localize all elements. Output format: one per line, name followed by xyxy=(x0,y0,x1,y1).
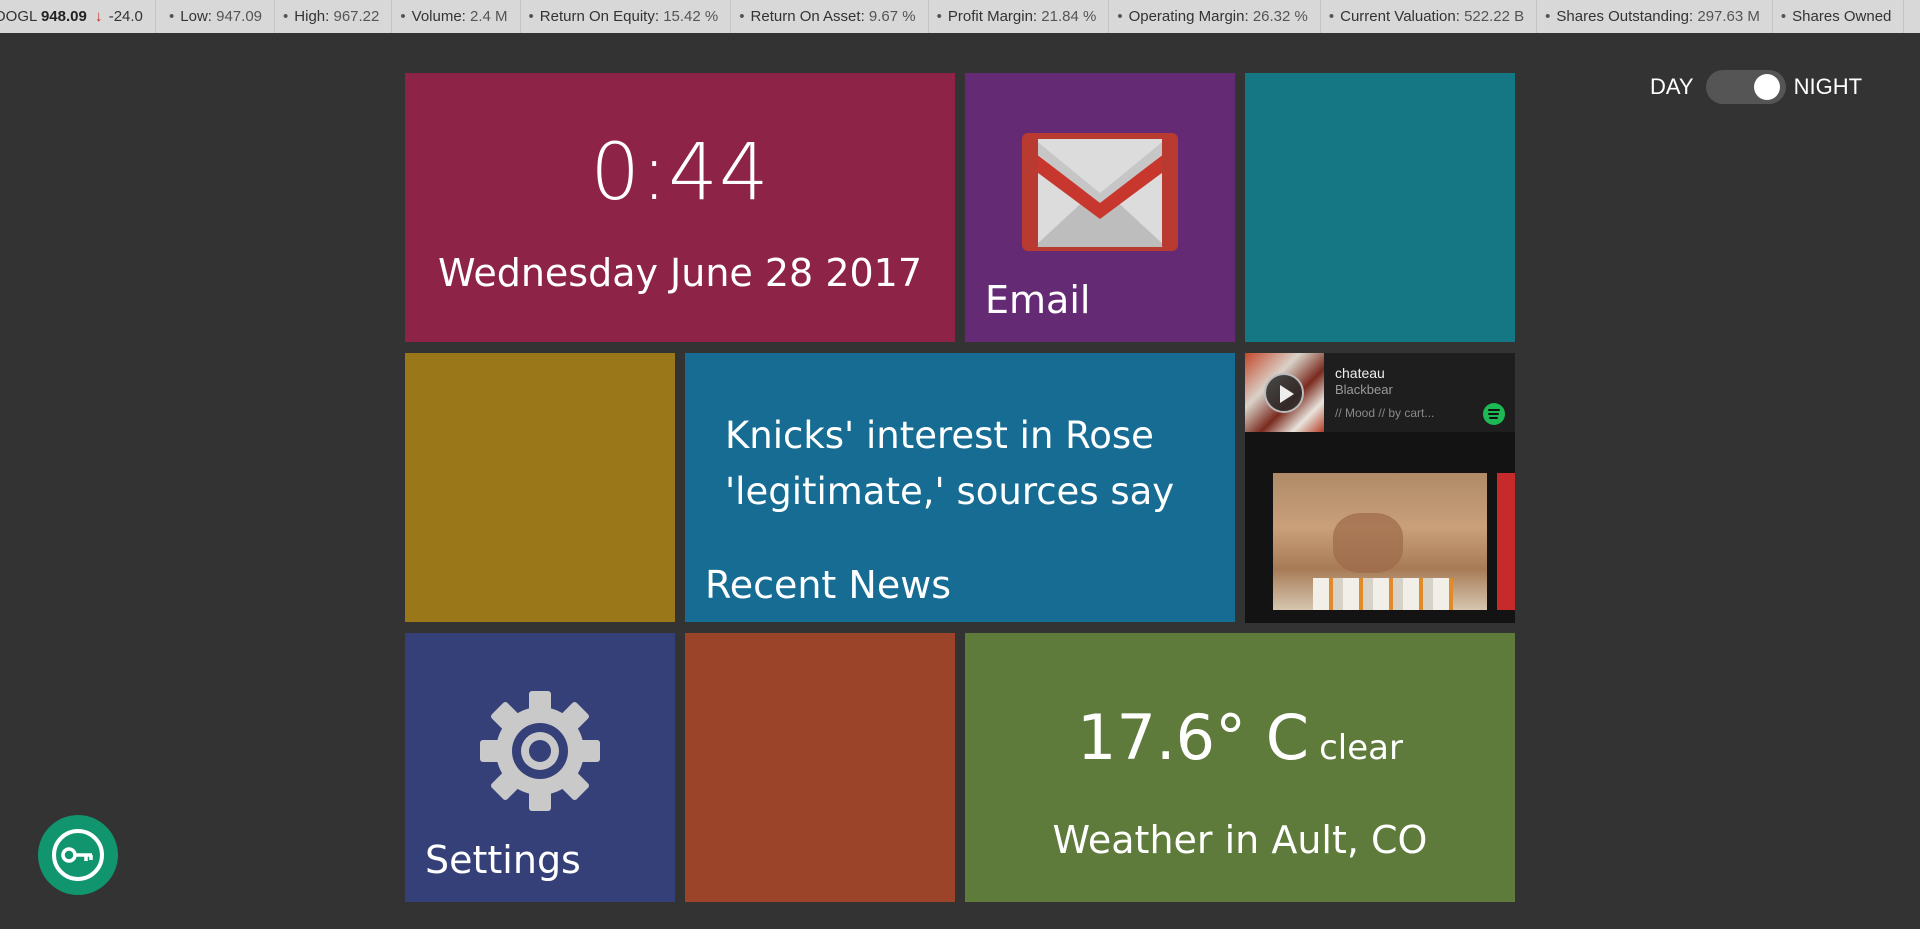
next-album-cover[interactable] xyxy=(1497,473,1515,610)
player-header: chateau Blackbear // Mood // by cart... xyxy=(1245,353,1515,432)
ticker-metric: • Low: 947.09 xyxy=(161,0,276,33)
ticker-quote: OOGL 948.09 ↓ -24.0 xyxy=(0,0,156,33)
ticker-metric: • Return On Equity: 15.42 % xyxy=(521,0,732,33)
ticker-metric-value: 26.32 % xyxy=(1252,8,1308,25)
weather-condition: clear xyxy=(1319,728,1403,768)
ticker-metric: • Operating Margin: 26.32 % xyxy=(1109,0,1321,33)
bullet-icon: • xyxy=(169,8,175,25)
spotify-player-tile[interactable]: chateau Blackbear // Mood // by cart... xyxy=(1245,353,1515,623)
ticker-metric: • Return On Asset: 9.67 % xyxy=(731,0,929,33)
teal-tile[interactable] xyxy=(1245,73,1515,342)
bullet-icon: • xyxy=(1117,8,1123,25)
bullet-icon: • xyxy=(1780,8,1787,25)
ticker-change: -24.0 xyxy=(108,8,143,25)
rust-tile[interactable] xyxy=(685,633,955,902)
ticker-metric: • Current Valuation: 522.22 B xyxy=(1321,0,1538,33)
play-icon[interactable] xyxy=(1264,373,1304,413)
ticker-metric-value: 967.22 xyxy=(333,8,380,25)
ticker-metric-label: Return On Asset: xyxy=(750,8,865,25)
weather-tile[interactable]: 17.6° Cclear Weather in Ault, CO xyxy=(965,633,1515,902)
playlist-name: // Mood // by cart... xyxy=(1335,406,1435,420)
weather-location: Weather in Ault, CO xyxy=(1052,818,1428,862)
ticker-metric-label: High: xyxy=(294,8,330,25)
ticker-metric: • Shares Outstanding: 297.63 M xyxy=(1537,0,1773,33)
weather-temperature: 17.6° C xyxy=(1077,701,1310,774)
toggle-day-label: DAY xyxy=(1650,74,1694,99)
gmail-icon xyxy=(1022,133,1178,251)
bullet-icon: • xyxy=(400,8,406,25)
clock-tile[interactable]: 0:44 Wednesday June 28 2017 xyxy=(405,73,955,342)
settings-title: Settings xyxy=(425,838,581,882)
email-tile[interactable]: Email xyxy=(965,73,1235,342)
ticker-metric-value: 15.42 % xyxy=(663,8,719,25)
ticker-metric: • Profit Margin: 21.84 % xyxy=(929,0,1110,33)
bullet-icon: • xyxy=(739,8,745,25)
email-title: Email xyxy=(985,278,1091,322)
ticker-metric: • Shares Owned xyxy=(1773,0,1905,33)
news-tile[interactable]: Knicks' interest in Rose 'legitimate,' s… xyxy=(685,353,1235,622)
ticker-metric-value: 522.22 B xyxy=(1464,8,1525,25)
weather-reading: 17.6° Cclear xyxy=(965,701,1515,774)
key-button[interactable] xyxy=(38,815,118,895)
clock-date: Wednesday June 28 2017 xyxy=(437,251,923,295)
olive-tile[interactable] xyxy=(405,353,675,622)
key-icon xyxy=(52,829,104,881)
ticker-metric: • Volume: 2.4 M xyxy=(392,0,521,33)
ticker-metric-label: Shares Owned xyxy=(1792,8,1892,25)
spotify-icon[interactable] xyxy=(1483,403,1505,425)
news-headline[interactable]: Knicks' interest in Rose 'legitimate,' s… xyxy=(725,408,1205,520)
ticker-metric-label: Profit Margin: xyxy=(947,8,1038,25)
arrow-down-icon: ↓ xyxy=(95,8,103,25)
ticker-symbol: OOGL xyxy=(0,8,37,25)
ticker-metric-value: 21.84 % xyxy=(1041,8,1097,25)
ticker-metric-value: 9.67 % xyxy=(868,8,916,25)
day-night-switch[interactable] xyxy=(1705,70,1786,104)
ticker-metric-label: Return On Equity: xyxy=(539,8,660,25)
bullet-icon: • xyxy=(283,8,289,25)
toggle-knob xyxy=(1753,74,1780,100)
ticker-metric-label: Shares Outstanding: xyxy=(1556,8,1694,25)
album-cover[interactable] xyxy=(1273,473,1487,610)
gear-icon xyxy=(480,691,600,811)
ticker-metric-label: Volume: xyxy=(411,8,466,25)
settings-tile[interactable]: Settings xyxy=(405,633,675,902)
ticker-metric-label: Operating Margin: xyxy=(1128,8,1249,25)
theme-toggle: DAY NIGHT xyxy=(1650,70,1862,104)
news-title: Recent News xyxy=(705,563,952,607)
bullet-icon: • xyxy=(936,8,942,25)
bullet-icon: • xyxy=(528,8,534,25)
ticker-price: 948.09 xyxy=(40,8,87,25)
ticker-metric-label: Current Valuation: xyxy=(1340,8,1460,25)
stock-ticker: OOGL 948.09 ↓ -24.0 • Low: 947.09 • High: 9… xyxy=(0,0,1920,33)
album-thumbnail xyxy=(1245,353,1324,432)
bullet-icon: • xyxy=(1328,8,1335,25)
song-title: chateau xyxy=(1335,365,1385,381)
ticker-metric-value: 2.4 M xyxy=(470,8,508,25)
song-artist: Blackbear xyxy=(1335,382,1393,397)
ticker-metric-value: 947.09 xyxy=(216,8,263,25)
ticker-metric-label: Low: xyxy=(180,8,212,25)
ticker-metric-value: 297.63 M xyxy=(1697,8,1760,25)
bullet-icon: • xyxy=(1545,8,1551,25)
clock-time: 0:44 xyxy=(590,128,770,218)
ticker-metric: • High: 967.22 xyxy=(275,0,393,33)
ticker-metrics: • Low: 947.09 • High: 967.22 • Volume: 2.4 M •… xyxy=(161,0,1905,33)
toggle-night-label: NIGHT xyxy=(1793,74,1863,99)
